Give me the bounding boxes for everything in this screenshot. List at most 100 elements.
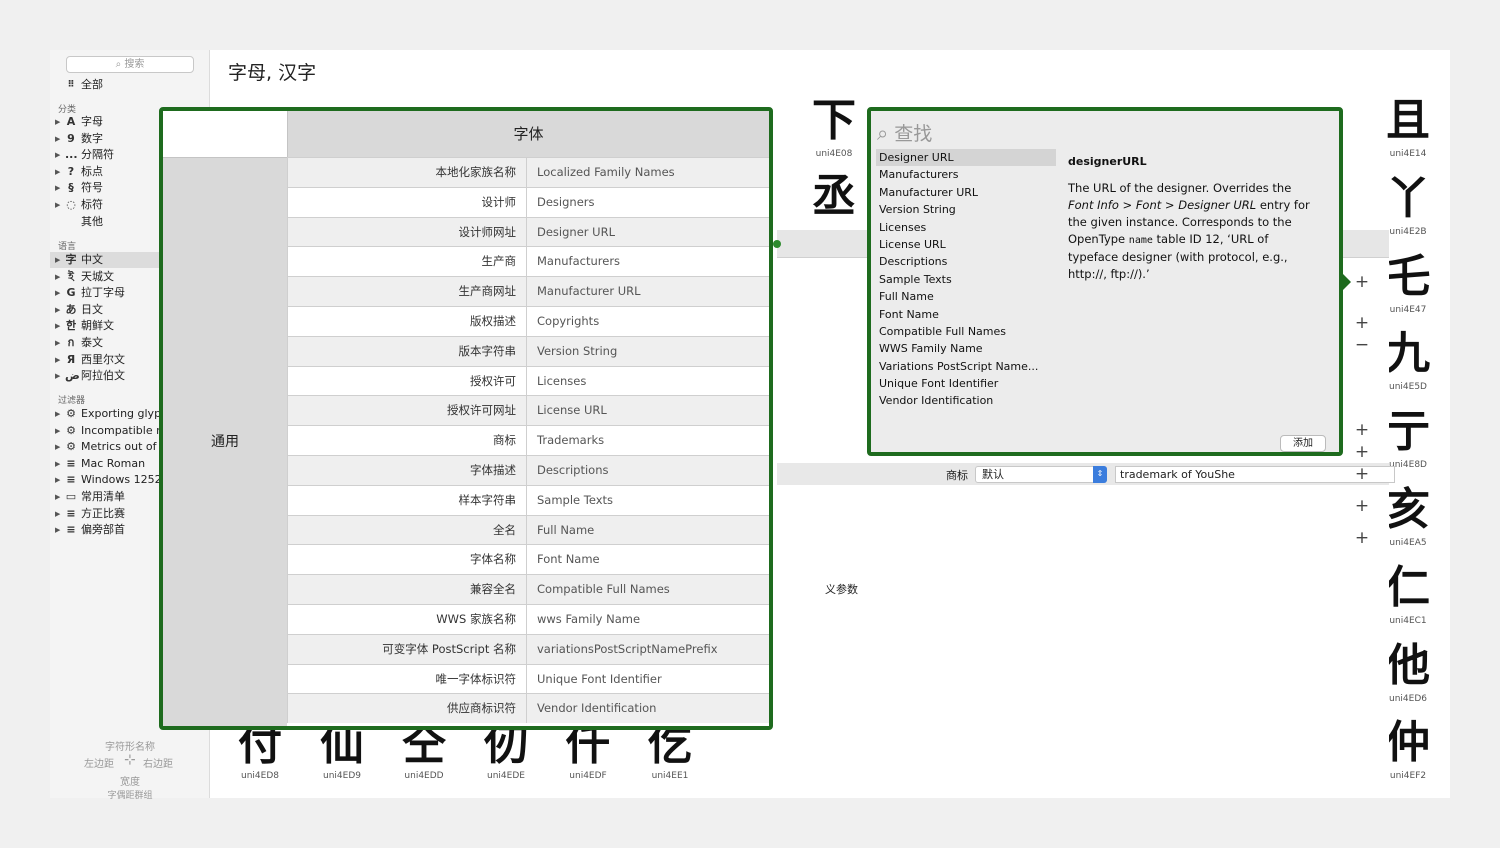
popup-list-item[interactable]: License URL bbox=[876, 236, 1056, 253]
table-cell-en: Descriptions bbox=[537, 463, 609, 477]
table-row[interactable]: WWS 家族名称 wws Family Name bbox=[287, 604, 769, 634]
disclosure-triangle-icon[interactable]: ▶ bbox=[55, 522, 60, 538]
disclosure-triangle-icon[interactable]: ▶ bbox=[55, 302, 60, 318]
table-cell-en: Sample Texts bbox=[537, 492, 614, 507]
popup-list-item[interactable]: Variations PostScript Name... bbox=[876, 358, 1056, 375]
disclosure-triangle-icon[interactable]: ▶ bbox=[55, 318, 60, 334]
table-row[interactable]: 字体名称 Font Name bbox=[287, 544, 769, 575]
sidebar-item-label: 其他 bbox=[81, 214, 103, 228]
popup-list-item[interactable]: Version String bbox=[876, 201, 1056, 218]
disclosure-triangle-icon[interactable]: ▶ bbox=[55, 368, 60, 384]
disclosure-triangle-icon[interactable]: ▶ bbox=[55, 489, 60, 505]
add-plus-button[interactable]: + bbox=[1354, 422, 1370, 439]
popup-search-input[interactable]: ⌕ 查找 bbox=[877, 119, 932, 146]
table-row[interactable]: 供应商标识符 Vendor Identification bbox=[287, 693, 769, 724]
table-row[interactable]: 本地化家族名称 Localized Family Names bbox=[287, 157, 769, 187]
disclosure-triangle-icon[interactable]: ▶ bbox=[55, 131, 60, 147]
disclosure-triangle-icon[interactable]: ▶ bbox=[55, 285, 60, 301]
disclosure-triangle-icon[interactable]: ▶ bbox=[55, 164, 60, 180]
table-row[interactable]: 设计师网址 Designer URL bbox=[287, 216, 769, 247]
description-body: The URL of the designer. Overrides the F… bbox=[1068, 181, 1310, 281]
table-row[interactable]: 授权许可 Licenses bbox=[287, 365, 769, 396]
popup-list-item[interactable]: Manufacturer URL bbox=[876, 184, 1056, 201]
popup-list-item[interactable]: Font Name bbox=[876, 306, 1056, 323]
add-plus-button[interactable]: + bbox=[1354, 530, 1370, 547]
sidebar-search-input[interactable]: ⌕ 搜索 bbox=[66, 56, 194, 73]
table-row[interactable]: 授权许可网址 License URL bbox=[287, 395, 769, 426]
disclosure-triangle-icon[interactable]: ▶ bbox=[55, 506, 60, 522]
disclosure-triangle-icon[interactable]: ▶ bbox=[55, 114, 60, 130]
table-row[interactable]: 可变字体 PostScript 名称 variationsPostScriptNa… bbox=[287, 633, 769, 664]
table-row[interactable]: 样本字符串 Sample Texts bbox=[287, 484, 769, 515]
table-row[interactable]: 版本字符串 Version String bbox=[287, 335, 769, 366]
popup-list-item[interactable]: Sample Texts bbox=[876, 271, 1056, 288]
table-cell-zh: 供应商标识符 bbox=[287, 694, 527, 724]
connector-dot bbox=[773, 240, 781, 248]
popup-list-item[interactable]: Descriptions bbox=[876, 253, 1056, 270]
popup-list-item[interactable]: Compatible Full Names bbox=[876, 323, 1056, 340]
add-plus-button[interactable]: + bbox=[1354, 444, 1370, 461]
disclosure-triangle-icon[interactable]: ▶ bbox=[55, 180, 60, 196]
add-plus-button[interactable]: + bbox=[1354, 315, 1370, 332]
language-select[interactable]: 默认 ⇕ bbox=[975, 466, 1107, 483]
category-icon: ▭ bbox=[65, 490, 77, 503]
add-plus-button[interactable]: + bbox=[1354, 498, 1370, 515]
remove-minus-button[interactable]: − bbox=[1354, 337, 1370, 354]
table-cell-zh: WWS 家族名称 bbox=[287, 605, 527, 634]
sidebar-item-label: Metrics out of s bbox=[81, 440, 166, 454]
disclosure-triangle-icon[interactable]: ▶ bbox=[55, 456, 60, 472]
metrics-crosshair-icon: ⊹ bbox=[124, 752, 136, 768]
table-row[interactable]: 设计师 Designers bbox=[287, 186, 769, 217]
table-row[interactable]: 兼容全名 Compatible Full Names bbox=[287, 574, 769, 604]
table-cell-zh: 生产商网址 bbox=[287, 277, 527, 306]
category-icon: 한 bbox=[65, 319, 77, 333]
glyph-name: uni4EDF bbox=[569, 771, 607, 781]
add-plus-button[interactable]: + bbox=[1354, 466, 1370, 483]
category-icon: ≡ bbox=[66, 456, 76, 470]
glyph-name: uni4ED9 bbox=[323, 771, 361, 781]
category-icon: ⚙ bbox=[66, 423, 76, 437]
disclosure-triangle-icon[interactable]: ▶ bbox=[55, 269, 60, 285]
popup-field-list: Designer URL Manufacturers Manufacturer UR… bbox=[876, 149, 1056, 410]
category-icon: あ bbox=[65, 302, 77, 316]
popup-list-item[interactable]: Vendor Identification bbox=[876, 392, 1056, 409]
table-row[interactable]: 唯一字体标识符 Unique Font Identifier bbox=[287, 663, 769, 694]
popup-list-item[interactable]: Full Name bbox=[876, 288, 1056, 305]
disclosure-triangle-icon[interactable]: ▶ bbox=[55, 352, 60, 368]
add-plus-button[interactable]: + bbox=[1354, 274, 1370, 291]
disclosure-triangle-icon[interactable]: ▶ bbox=[55, 439, 60, 455]
table-row[interactable]: 生产商网址 Manufacturer URL bbox=[287, 276, 769, 306]
add-field-popup: ⌕ 查找 Designer URL Manufacturers Manufactur… bbox=[867, 107, 1343, 456]
trademark-field[interactable]: trademark of YouShe bbox=[1115, 466, 1395, 483]
table-cell-zh: 版权描述 bbox=[287, 307, 527, 336]
disclosure-triangle-icon[interactable]: ▶ bbox=[55, 252, 60, 268]
popup-list-item[interactable]: Unique Font Identifier bbox=[876, 375, 1056, 392]
disclosure-triangle-icon[interactable]: ▶ bbox=[55, 406, 60, 422]
category-icon: Я bbox=[66, 352, 76, 366]
sidebar-item-all[interactable]: ⠿ 全部 bbox=[50, 77, 210, 93]
glyph-cell[interactable]: 且 bbox=[1378, 96, 1438, 146]
table-row[interactable]: 版权描述 Copyrights bbox=[287, 306, 769, 336]
table-header-font: 字体 bbox=[287, 111, 769, 157]
add-button[interactable]: 添加 bbox=[1280, 435, 1326, 452]
table-cell-zh: 设计师 bbox=[287, 187, 527, 217]
popup-list-item[interactable]: Designer URL bbox=[876, 149, 1056, 167]
glyph-cell[interactable]: 丞 bbox=[804, 172, 864, 222]
glyph-cell[interactable]: 下 bbox=[804, 96, 864, 146]
table-cell-en: Vendor Identification bbox=[537, 701, 657, 716]
table-cell-zh: 本地化家族名称 bbox=[287, 158, 527, 187]
glyph-cell[interactable]: 丫 bbox=[1378, 173, 1438, 224]
disclosure-triangle-icon[interactable]: ▶ bbox=[55, 335, 60, 351]
disclosure-triangle-icon[interactable]: ▶ bbox=[55, 423, 60, 439]
popup-list-item[interactable]: WWS Family Name bbox=[876, 340, 1056, 357]
popup-list-item[interactable]: Licenses bbox=[876, 219, 1056, 236]
disclosure-triangle-icon[interactable]: ▶ bbox=[55, 147, 60, 163]
popup-list-item[interactable]: Manufacturers bbox=[876, 166, 1056, 183]
disclosure-triangle-icon[interactable]: ▶ bbox=[55, 197, 60, 213]
table-row[interactable]: 全名 Full Name bbox=[287, 514, 769, 545]
table-row[interactable]: 生产商 Manufacturers bbox=[287, 246, 769, 277]
table-cell-zh: 生产商 bbox=[287, 247, 527, 277]
table-row[interactable]: 商标 Trademarks bbox=[287, 425, 769, 455]
table-row[interactable]: 字体描述 Descriptions bbox=[287, 455, 769, 485]
disclosure-triangle-icon[interactable]: ▶ bbox=[55, 472, 60, 488]
